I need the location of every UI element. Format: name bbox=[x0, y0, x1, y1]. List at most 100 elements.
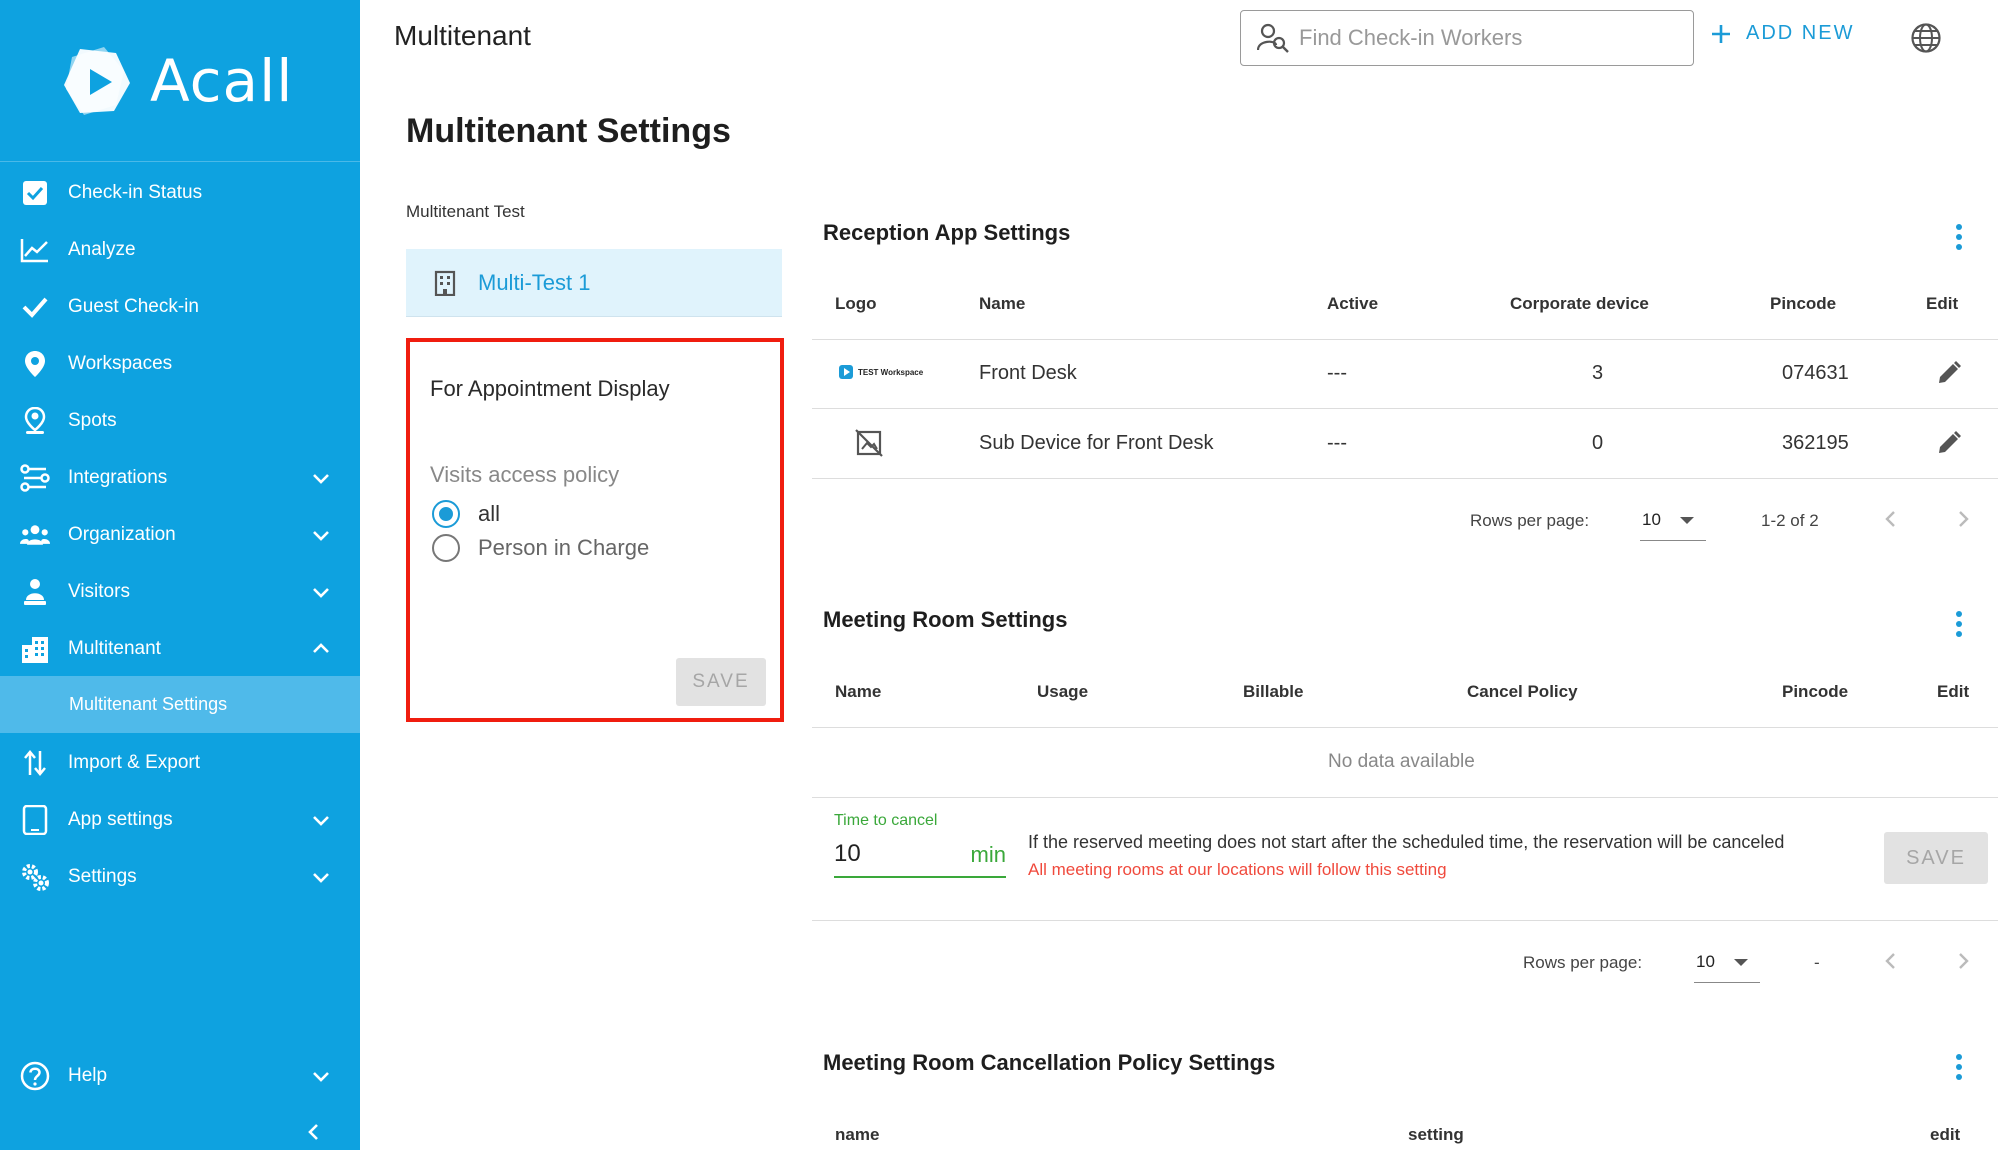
rows-per-page-label: Rows per page: bbox=[1470, 511, 1590, 530]
sidebar-item-workspaces[interactable]: Workspaces bbox=[0, 335, 360, 392]
pagination-range: 1-2 of 2 bbox=[1761, 511, 1819, 530]
tenant-group-label: Multitenant Test bbox=[406, 202, 525, 221]
check-icon bbox=[20, 292, 50, 322]
search-input[interactable] bbox=[1299, 25, 1679, 51]
column-header-cancel-policy: Cancel Policy bbox=[1467, 682, 1578, 701]
integrations-icon bbox=[20, 463, 50, 493]
row-logo-text: TEST Workspace bbox=[858, 367, 924, 377]
appointment-save-button[interactable]: SAVE bbox=[676, 658, 766, 706]
column-header-pincode: Pincode bbox=[1782, 682, 1849, 701]
sidebar-item-label: Spots bbox=[68, 409, 117, 431]
rows-per-page-value: 10 bbox=[1696, 951, 1715, 971]
sidebar-item-check-in-status[interactable]: Check-in Status bbox=[0, 164, 360, 221]
time-to-cancel-field[interactable]: Time to cancel 10 min bbox=[834, 812, 1006, 878]
radio-option-all[interactable]: all bbox=[432, 500, 500, 528]
row-corporate-device: 3 bbox=[1592, 362, 1604, 384]
rows-per-page-select[interactable]: 10 bbox=[1640, 499, 1706, 541]
column-header-billable: Billable bbox=[1243, 682, 1304, 701]
time-to-cancel-label: Time to cancel bbox=[834, 812, 938, 829]
gears-icon bbox=[20, 862, 50, 892]
column-header-edit: Edit bbox=[1926, 294, 1959, 313]
chevron-left-icon[interactable] bbox=[1880, 508, 1902, 530]
chevron-down-icon bbox=[313, 474, 329, 484]
plus-icon bbox=[1712, 24, 1730, 43]
page-title: Multitenant Settings bbox=[406, 112, 731, 150]
column-header-corporate-device: Corporate device bbox=[1510, 294, 1649, 313]
sidebar-item-visitors[interactable]: Visitors bbox=[0, 563, 360, 620]
pagination-range: - bbox=[1814, 953, 1820, 972]
cancel-warning: All meeting rooms at our locations will … bbox=[1028, 860, 1447, 879]
add-new-label: ADD NEW bbox=[1746, 22, 1855, 44]
brand[interactable]: Acall bbox=[0, 0, 360, 162]
chevron-left-icon[interactable] bbox=[1880, 950, 1902, 972]
sidebar: Acall Check-in Status Analyze Guest Chec… bbox=[0, 0, 360, 1150]
cancellation-menu-icon[interactable] bbox=[1955, 1054, 1963, 1080]
time-to-cancel-value[interactable]: 10 bbox=[834, 840, 861, 868]
row-pincode: 362195 bbox=[1782, 432, 1849, 454]
edit-pencil-icon[interactable] bbox=[1936, 430, 1962, 456]
row-corporate-device: 0 bbox=[1592, 432, 1604, 454]
map-pin-icon bbox=[20, 349, 50, 379]
column-header-name: Name bbox=[979, 294, 1026, 313]
rows-per-page-select[interactable]: 10 bbox=[1694, 941, 1760, 983]
chevron-left-icon[interactable] bbox=[302, 1120, 326, 1144]
no-image-icon bbox=[855, 429, 883, 457]
pin-person-icon bbox=[20, 406, 50, 436]
visitor-icon bbox=[20, 577, 50, 607]
row-pincode: 074631 bbox=[1782, 362, 1849, 384]
column-header-edit: Edit bbox=[1937, 682, 1970, 701]
acall-logo-icon bbox=[64, 46, 130, 115]
meeting-section-title: Meeting Room Settings bbox=[823, 607, 1068, 632]
empty-state: No data available bbox=[1328, 751, 1475, 772]
meeting-save-button[interactable]: SAVE bbox=[1884, 832, 1988, 884]
sidebar-item-integrations[interactable]: Integrations bbox=[0, 449, 360, 506]
sidebar-item-label: Import & Export bbox=[68, 751, 200, 773]
sidebar-item-guest-check-in[interactable]: Guest Check-in bbox=[0, 278, 360, 335]
building-icon bbox=[20, 634, 50, 664]
sidebar-item-label: Organization bbox=[68, 523, 176, 545]
row-name: Sub Device for Front Desk bbox=[979, 432, 1214, 454]
radio-option-person-in-charge[interactable]: Person in Charge bbox=[432, 534, 649, 562]
add-new-button[interactable]: ADD NEW bbox=[1710, 22, 1854, 45]
sidebar-item-label: Help bbox=[68, 1064, 108, 1086]
divider bbox=[812, 920, 1998, 921]
sidebar-item-label: Multitenant bbox=[68, 637, 161, 659]
sidebar-item-label: App settings bbox=[68, 808, 173, 830]
chevron-right-icon[interactable] bbox=[1952, 508, 1974, 530]
rows-per-page-label: Rows per page: bbox=[1523, 953, 1643, 972]
meeting-menu-icon[interactable] bbox=[1955, 611, 1963, 637]
column-header-name: name bbox=[835, 1125, 880, 1144]
edit-pencil-icon[interactable] bbox=[1936, 360, 1962, 386]
building-icon bbox=[434, 270, 456, 296]
chevron-down-icon bbox=[313, 531, 329, 541]
sidebar-item-spots[interactable]: Spots bbox=[0, 392, 360, 449]
sidebar-item-organization[interactable]: Organization bbox=[0, 506, 360, 563]
sidebar-item-label: Settings bbox=[68, 865, 137, 887]
cancellation-section-title: Meeting Room Cancellation Policy Setting… bbox=[823, 1050, 1276, 1075]
sidebar-item-analyze[interactable]: Analyze bbox=[0, 221, 360, 278]
sidebar-subitem-multitenant-settings[interactable]: Multitenant Settings bbox=[0, 676, 360, 733]
sidebar-item-import-export[interactable]: Import & Export bbox=[0, 734, 360, 791]
chevron-right-icon[interactable] bbox=[1952, 950, 1974, 972]
time-to-cancel-unit: min bbox=[970, 842, 1006, 867]
reception-section-title: Reception App Settings bbox=[823, 220, 1071, 245]
globe-icon[interactable] bbox=[1910, 22, 1942, 54]
sidebar-item-multitenant[interactable]: Multitenant bbox=[0, 620, 360, 677]
radio-unchecked-icon[interactable] bbox=[432, 534, 460, 562]
radio-checked-icon[interactable] bbox=[432, 500, 460, 528]
reception-menu-icon[interactable] bbox=[1955, 224, 1963, 250]
column-header-active: Active bbox=[1327, 294, 1379, 313]
chevron-down-icon bbox=[313, 816, 329, 826]
sidebar-item-settings[interactable]: Settings bbox=[0, 848, 360, 905]
sidebar-item-label: Integrations bbox=[68, 466, 168, 488]
people-icon bbox=[20, 520, 50, 550]
row-name: Front Desk bbox=[979, 362, 1077, 384]
sidebar-item-app-settings[interactable]: App settings bbox=[0, 791, 360, 848]
sidebar-item-help[interactable]: Help bbox=[0, 1047, 360, 1104]
tenant-list-item[interactable]: Multi-Test 1 bbox=[406, 249, 782, 317]
workspace-logo-icon bbox=[839, 365, 853, 379]
sidebar-item-label: Analyze bbox=[68, 238, 136, 260]
column-header-setting: setting bbox=[1408, 1125, 1464, 1144]
search-box[interactable] bbox=[1240, 10, 1694, 66]
row-logo: TEST Workspace bbox=[838, 364, 923, 380]
